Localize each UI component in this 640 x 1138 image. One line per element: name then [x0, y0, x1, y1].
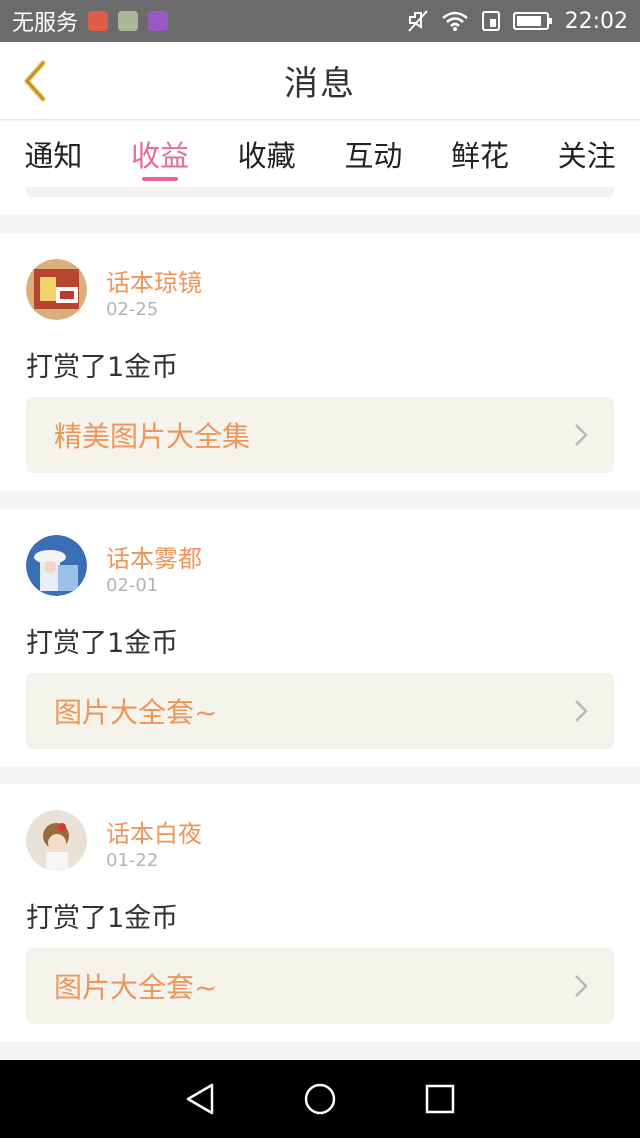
- tab-interactions[interactable]: 互动: [320, 121, 427, 187]
- app-header: 消息: [0, 42, 640, 120]
- article-title: 图片大全套~: [54, 971, 218, 1004]
- avatar[interactable]: [26, 535, 87, 596]
- back-button[interactable]: [14, 56, 54, 106]
- nav-home-button[interactable]: [300, 1079, 340, 1119]
- sim-icon: [481, 10, 501, 32]
- article-link[interactable]: 精美图片大全集: [26, 397, 614, 473]
- nav-recents-button[interactable]: [420, 1079, 460, 1119]
- mail-app-icon: [88, 11, 109, 31]
- chevron-right-icon: [575, 975, 588, 997]
- carrier-text: 无服务: [12, 11, 79, 36]
- sender-name[interactable]: 话本白夜: [106, 814, 202, 849]
- article-link[interactable]: 图片大全套~: [26, 673, 614, 749]
- wifi-icon: [441, 10, 469, 32]
- sender-name[interactable]: 话本琼镜: [106, 263, 202, 298]
- message-card: 话本雾都 02-01 打赏了1金币 图片大全套~: [0, 509, 640, 767]
- message-text: 打赏了1金币: [26, 352, 179, 383]
- page-title: 消息: [284, 64, 356, 104]
- qr-app-icon: [118, 11, 139, 31]
- tab-flowers[interactable]: 鲜花: [427, 121, 534, 187]
- partial-message-card: [0, 187, 640, 215]
- gallery-app-icon: [148, 11, 169, 31]
- tab-favorites[interactable]: 收藏: [213, 121, 320, 187]
- battery-icon: [512, 11, 553, 31]
- article-title: 精美图片大全集: [54, 420, 251, 453]
- tab-bar: 通知 收益 收藏 互动 鲜花 关注: [0, 121, 640, 187]
- message-date: 01-22: [106, 850, 159, 871]
- message-card: 话本琼镜 02-25 打赏了1金币 精美图片大全集: [0, 233, 640, 491]
- message-card: 话本白夜 01-22 打赏了1金币 图片大全套~: [0, 784, 640, 1042]
- tab-earnings[interactable]: 收益: [107, 121, 214, 187]
- partial-link-box[interactable]: [26, 187, 614, 197]
- home-circle-icon: [304, 1083, 336, 1115]
- nav-back-button[interactable]: [180, 1079, 220, 1119]
- message-text: 打赏了1金币: [26, 903, 179, 934]
- back-triangle-icon: [186, 1083, 214, 1115]
- mute-icon: [407, 9, 429, 33]
- tab-notifications[interactable]: 通知: [0, 121, 107, 187]
- message-date: 02-25: [106, 299, 159, 320]
- avatar[interactable]: [26, 810, 87, 871]
- chevron-right-icon: [575, 700, 588, 722]
- tab-following[interactable]: 关注: [533, 121, 640, 187]
- avatar[interactable]: [26, 259, 87, 320]
- chevron-right-icon: [575, 424, 588, 446]
- clock-time: 22:02: [564, 8, 628, 34]
- chevron-left-icon: [24, 60, 46, 102]
- status-bar: 无服务 22:02: [0, 0, 640, 42]
- article-link[interactable]: 图片大全套~: [26, 948, 614, 1024]
- article-title: 图片大全套~: [54, 696, 218, 729]
- sender-name[interactable]: 话本雾都: [106, 539, 202, 574]
- recents-square-icon: [425, 1084, 455, 1114]
- system-nav-bar: [0, 1060, 640, 1138]
- message-text: 打赏了1金币: [26, 628, 179, 659]
- message-date: 02-01: [106, 575, 159, 596]
